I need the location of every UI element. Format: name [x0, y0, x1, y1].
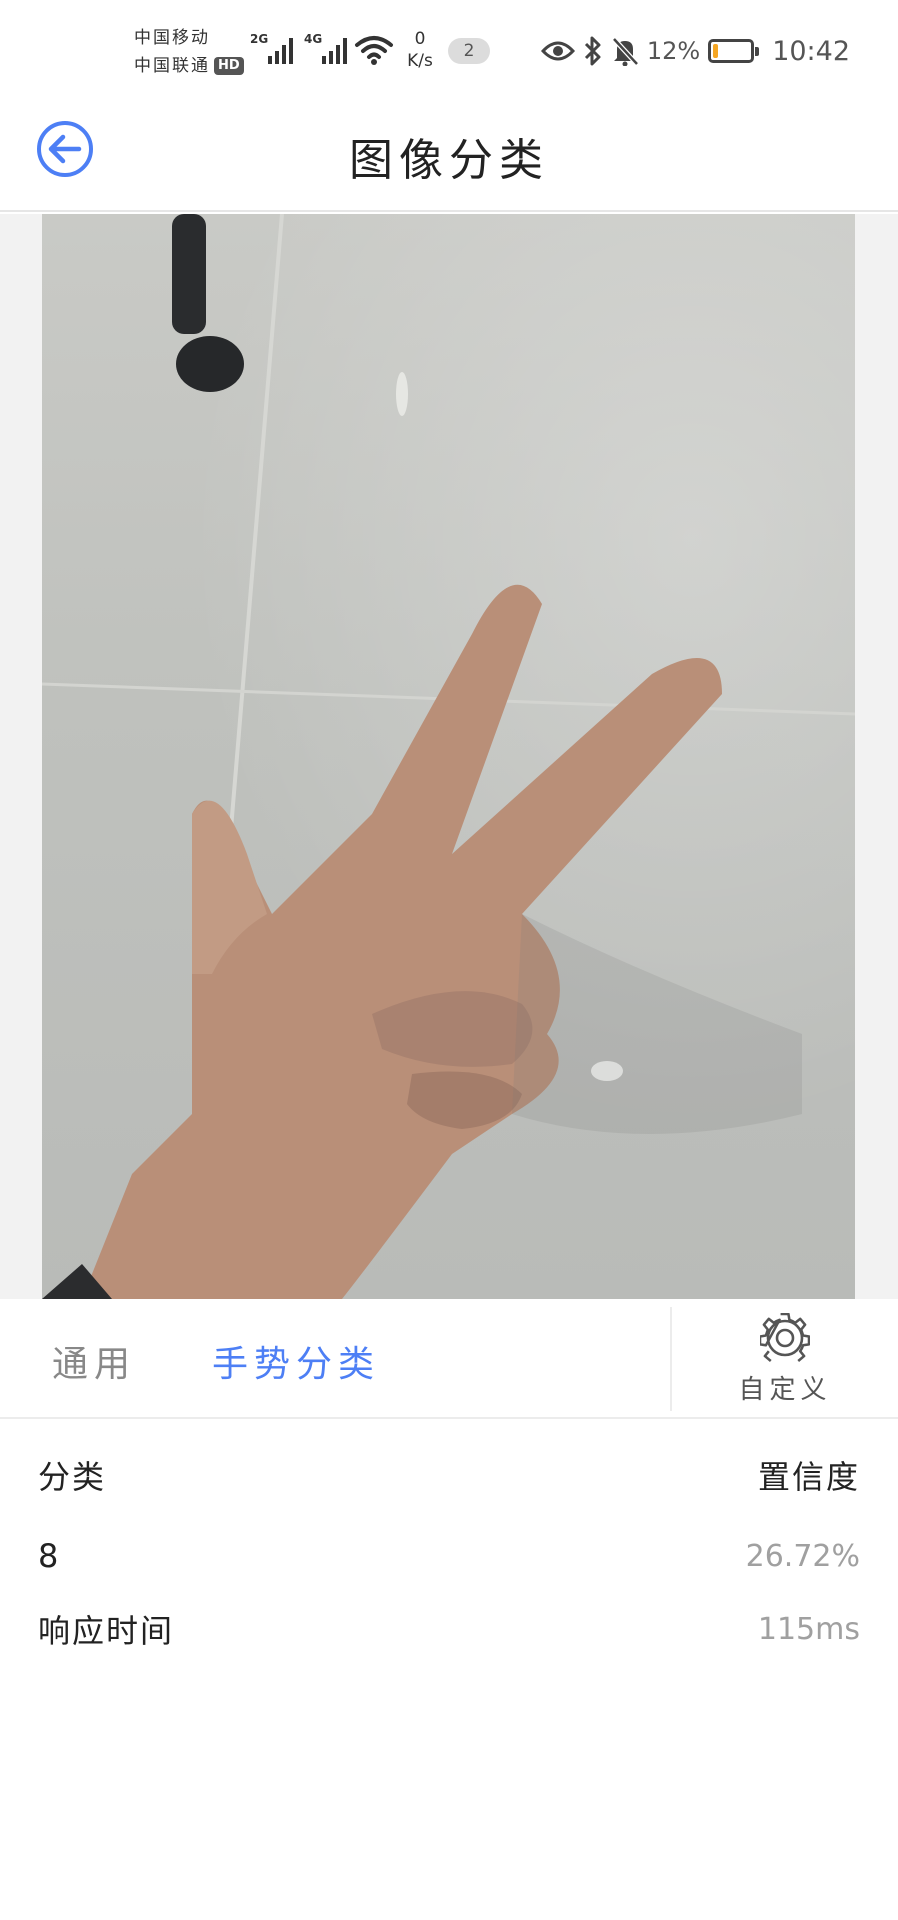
custom-button[interactable]: 自定义: [730, 1313, 840, 1409]
response-time-value: 115ms: [757, 1611, 860, 1647]
mute-bell-icon: [612, 37, 639, 66]
net-speed-unit: K/s: [407, 51, 433, 71]
page-title: 图像分类: [349, 135, 549, 186]
battery-fill: [713, 44, 719, 58]
image-preview-area: [0, 214, 898, 1299]
wifi-icon: [355, 36, 393, 65]
network-type-1: 2G: [250, 32, 269, 46]
net-speed-value: 0: [414, 29, 426, 49]
gear-icon: [760, 1313, 810, 1362]
response-time-label: 响应时间: [38, 1612, 175, 1650]
hd-badge: HD: [214, 57, 244, 75]
notification-count-badge: 2: [448, 38, 490, 64]
response-time-row: 响应时间 115ms: [38, 1604, 860, 1654]
results-header-row: 分类 置信度: [38, 1450, 860, 1500]
confidence-value: 26.72%: [745, 1538, 860, 1574]
carrier-name-2: 中国联通: [134, 56, 210, 76]
status-bar: 中国移动 中国联通 HD 2G 4G 0 K/s 2 12% 10:42: [0, 0, 898, 100]
category-tabs: 通用 手势分类 自定义: [0, 1299, 898, 1419]
battery-percent: 12%: [646, 37, 701, 65]
result-row: 8 26.72%: [38, 1531, 860, 1581]
status-right-group: 12% 10:42: [540, 30, 850, 72]
app-header: 图像分类: [0, 100, 898, 212]
class-value: 8: [38, 1537, 61, 1575]
carrier-info: 中国移动 中国联通 HD: [134, 24, 244, 80]
tab-gesture-classification[interactable]: 手势分类: [212, 1335, 380, 1387]
bluetooth-icon: [584, 36, 601, 66]
eye-icon: [540, 41, 575, 61]
confidence-column-header: 置信度: [757, 1458, 860, 1496]
battery-icon: [708, 39, 760, 63]
class-column-header: 分类: [38, 1458, 107, 1496]
custom-label: 自定义: [738, 1375, 832, 1405]
gesture-photo: [42, 214, 855, 1299]
net-speed: 0 K/s: [400, 28, 440, 72]
status-time: 10:42: [772, 35, 850, 67]
carrier-name-1: 中国移动: [134, 28, 210, 48]
tab-divider: [670, 1307, 672, 1411]
network-type-2: 4G: [304, 32, 323, 46]
hand-gesture-image: [42, 214, 855, 1299]
tab-general[interactable]: 通用: [52, 1335, 136, 1387]
app-screen: 中国移动 中国联通 HD 2G 4G 0 K/s 2 12% 10:42 图像分…: [0, 0, 898, 1920]
